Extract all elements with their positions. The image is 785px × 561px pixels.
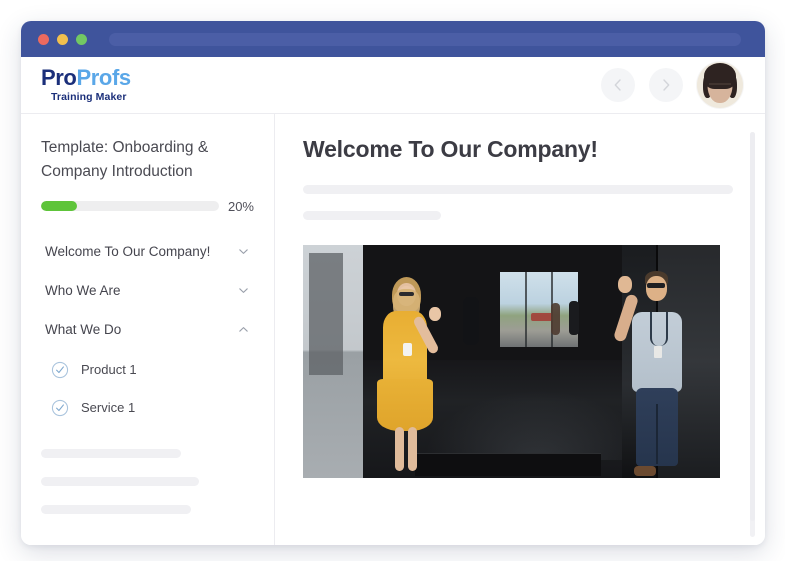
image-person-woman (371, 259, 443, 474)
lesson-content: Welcome To Our Company! (275, 114, 765, 545)
screenshot-root: ProProfs Training Maker Template: Onboar… (0, 0, 785, 561)
sidebar-subitem-label: Product 1 (81, 362, 137, 378)
sidebar-subitem-label: Service 1 (81, 400, 136, 416)
content-skeleton-placeholders (303, 185, 733, 220)
image-person-man (612, 254, 694, 476)
sidebar-item-label: Who We Are (45, 282, 121, 298)
app-header: ProProfs Training Maker (21, 57, 765, 114)
logo-text-profs: Profs (76, 65, 131, 91)
close-window-button[interactable] (38, 33, 49, 45)
minimize-window-button[interactable] (57, 33, 68, 45)
image-wall-left (303, 245, 363, 478)
image-back-doorway (500, 272, 578, 347)
browser-window: ProProfs Training Maker Template: Onboar… (21, 21, 765, 545)
progress-row: 20% (41, 199, 254, 214)
sidebar-item-who-we-are[interactable]: Who We Are (41, 271, 254, 310)
lesson-image (303, 245, 720, 478)
chevron-right-icon (663, 79, 670, 91)
skeleton-line (303, 211, 441, 220)
image-distant-person (463, 297, 479, 345)
sidebar-item-what-we-do[interactable]: What We Do (41, 310, 254, 349)
image-distant-person (569, 301, 579, 335)
skeleton-line (41, 476, 199, 486)
avatar-glasses (709, 83, 731, 90)
maximize-window-button[interactable] (76, 33, 87, 45)
logo-subtitle: Training Maker (51, 91, 127, 104)
image-man-head (646, 276, 667, 301)
image-man-waving-hand (618, 276, 632, 293)
proprofs-logo[interactable]: ProProfs Training Maker (41, 67, 131, 103)
previous-slide-button[interactable] (601, 68, 635, 102)
image-distant-person (551, 303, 560, 335)
skeleton-line (41, 504, 191, 514)
browser-title-bar (21, 21, 765, 57)
vertical-scrollbar[interactable] (750, 132, 755, 537)
app-body: Template: Onboarding & Company Introduct… (21, 114, 765, 545)
logo-text-pro: Pro (41, 65, 77, 91)
sidebar-sublist: Product 1 Service 1 (41, 351, 254, 427)
image-woman-skirt (377, 379, 433, 431)
sidebar-nav-list: Welcome To Our Company! Who We Are What … (41, 232, 254, 514)
course-sidebar: Template: Onboarding & Company Introduct… (21, 114, 275, 545)
header-controls (601, 62, 743, 108)
sidebar-subitem-product-1[interactable]: Product 1 (41, 351, 254, 389)
image-woman-badge (403, 343, 412, 356)
image-woman-sunglasses (399, 292, 414, 296)
next-slide-button[interactable] (649, 68, 683, 102)
progress-label: 20% (227, 198, 254, 214)
sidebar-skeleton-placeholders (41, 448, 254, 514)
sidebar-item-label: Welcome To Our Company! (45, 243, 211, 259)
image-man-shoe (634, 466, 656, 476)
traffic-light-buttons (38, 33, 87, 45)
image-woman-legs (393, 427, 419, 473)
sidebar-item-welcome[interactable]: Welcome To Our Company! (41, 232, 254, 271)
image-woman-leg (408, 427, 417, 471)
scrollbar-thumb[interactable] (750, 132, 755, 521)
chevron-down-icon (239, 288, 248, 293)
sidebar-subitem-service-1[interactable]: Service 1 (41, 389, 254, 427)
image-woman-waving-hand (429, 307, 441, 321)
logo-wordmark: ProProfs (41, 67, 131, 89)
image-man-lanyard (650, 312, 668, 346)
address-bar[interactable] (109, 32, 741, 46)
image-door-mullion (525, 272, 527, 347)
skeleton-line (303, 185, 733, 194)
content-heading: Welcome To Our Company! (303, 136, 598, 162)
image-man-badge (654, 346, 662, 358)
avatar[interactable] (697, 62, 743, 108)
sidebar-item-label: What We Do (45, 321, 122, 337)
check-circle-icon (51, 399, 69, 417)
check-circle-icon (51, 361, 69, 379)
chevron-down-icon (239, 249, 248, 254)
image-distant-vehicle (531, 313, 553, 321)
progress-bar (41, 201, 219, 212)
chevron-left-icon (614, 79, 621, 91)
page-title: Template: Onboarding & Company Introduct… (41, 139, 209, 181)
chevron-up-icon (239, 327, 248, 332)
image-man-sunglasses (647, 283, 665, 288)
skeleton-line (41, 448, 181, 458)
image-woman-leg (395, 427, 404, 471)
image-man-pants-seam (656, 404, 658, 464)
progress-bar-fill (41, 201, 77, 212)
